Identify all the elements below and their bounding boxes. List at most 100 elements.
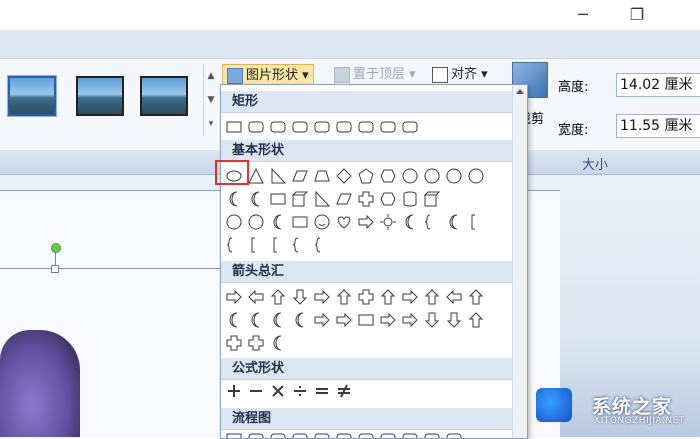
shape-arrowR-icon[interactable] bbox=[313, 311, 331, 329]
shape-round-icon[interactable] bbox=[313, 430, 331, 438]
shape-sun-icon[interactable] bbox=[379, 213, 397, 231]
shape-arrowR-icon[interactable] bbox=[401, 288, 419, 306]
rotation-handle[interactable] bbox=[51, 243, 61, 253]
shape-rect-icon[interactable] bbox=[225, 118, 243, 136]
shape-arrowL-icon[interactable] bbox=[247, 288, 265, 306]
shape-hex-icon[interactable] bbox=[379, 167, 397, 185]
shape-round-icon[interactable] bbox=[379, 430, 397, 438]
shape-arrowR-icon[interactable] bbox=[313, 288, 331, 306]
scroll-up-icon[interactable] bbox=[516, 89, 524, 94]
shape-arrowD-icon[interactable] bbox=[445, 311, 463, 329]
shape-cross-icon[interactable] bbox=[357, 288, 375, 306]
shape-round-icon[interactable] bbox=[401, 430, 419, 438]
shape-circ-icon[interactable] bbox=[467, 167, 485, 185]
align-button[interactable]: 对齐 ▾ bbox=[432, 64, 488, 86]
shape-arrowU-icon[interactable] bbox=[269, 288, 287, 306]
shape-arrowR-icon[interactable] bbox=[379, 311, 397, 329]
shape-arrowR-icon[interactable] bbox=[225, 288, 243, 306]
shape-round-icon[interactable] bbox=[445, 430, 463, 438]
shape-round-icon[interactable] bbox=[269, 118, 287, 136]
shape-moon-icon[interactable] bbox=[445, 213, 463, 231]
shape-round-icon[interactable] bbox=[379, 118, 397, 136]
shape-bracket-icon[interactable] bbox=[467, 213, 485, 231]
shape-pent-icon[interactable] bbox=[357, 167, 375, 185]
slide-picture[interactable] bbox=[0, 330, 80, 437]
menu-scrollbar[interactable] bbox=[512, 85, 527, 438]
picture-style-1[interactable] bbox=[7, 75, 57, 117]
shape-moon-icon[interactable] bbox=[269, 311, 287, 329]
shape-para-icon[interactable] bbox=[335, 190, 353, 208]
shape-rect-icon[interactable] bbox=[225, 430, 243, 438]
shape-moon-icon[interactable] bbox=[247, 311, 265, 329]
shape-round-icon[interactable] bbox=[247, 118, 265, 136]
shape-brace-icon[interactable] bbox=[423, 213, 441, 231]
shape-moon-icon[interactable] bbox=[269, 334, 287, 352]
shape-round-icon[interactable] bbox=[291, 430, 309, 438]
shape-cube-icon[interactable] bbox=[291, 190, 309, 208]
shape-rect-icon[interactable] bbox=[357, 311, 375, 329]
shape-round-icon[interactable] bbox=[269, 430, 287, 438]
shape-cross-icon[interactable] bbox=[357, 190, 375, 208]
shape-brace-icon[interactable] bbox=[291, 236, 309, 254]
shape-arrowU-icon[interactable] bbox=[379, 288, 397, 306]
shape-circ-icon[interactable] bbox=[247, 213, 265, 231]
shape-round-icon[interactable] bbox=[357, 118, 375, 136]
shape-round-icon[interactable] bbox=[335, 430, 353, 438]
shape-round-icon[interactable] bbox=[291, 118, 309, 136]
shape-rect-icon[interactable] bbox=[269, 190, 287, 208]
shape-tri-icon[interactable] bbox=[247, 167, 265, 185]
shape-moon-icon[interactable] bbox=[401, 213, 419, 231]
shape-plus-icon[interactable] bbox=[225, 382, 243, 400]
restore-icon[interactable]: ❐ bbox=[614, 4, 660, 26]
shape-round-icon[interactable] bbox=[313, 118, 331, 136]
shape-cross-icon[interactable] bbox=[225, 334, 243, 352]
picture-style-3[interactable] bbox=[140, 76, 188, 116]
picture-style-2[interactable] bbox=[76, 76, 124, 116]
shape-para-icon[interactable] bbox=[291, 167, 309, 185]
shape-arrowU-icon[interactable] bbox=[467, 311, 485, 329]
shape-brace-icon[interactable] bbox=[313, 236, 331, 254]
shape-round-icon[interactable] bbox=[335, 118, 353, 136]
shape-moon-icon[interactable] bbox=[225, 190, 243, 208]
shape-round-icon[interactable] bbox=[357, 430, 375, 438]
shape-arrowU-icon[interactable] bbox=[467, 288, 485, 306]
shape-hex-icon[interactable] bbox=[379, 190, 397, 208]
shape-round-icon[interactable] bbox=[423, 430, 441, 438]
shape-circ-icon[interactable] bbox=[225, 213, 243, 231]
shape-arrowU-icon[interactable] bbox=[423, 288, 441, 306]
shape-heart-icon[interactable] bbox=[335, 213, 353, 231]
scroll-down-icon[interactable]: ▼ bbox=[204, 88, 218, 112]
shape-arrowD-icon[interactable] bbox=[291, 288, 309, 306]
shape-circ-icon[interactable] bbox=[445, 167, 463, 185]
shape-round-icon[interactable] bbox=[247, 430, 265, 438]
shape-moon-icon[interactable] bbox=[291, 311, 309, 329]
width-field[interactable]: 11.55 厘米 bbox=[616, 114, 700, 138]
shape-bracket-icon[interactable] bbox=[269, 236, 287, 254]
shape-circ-icon[interactable] bbox=[401, 167, 419, 185]
shape-diamond-icon[interactable] bbox=[335, 167, 353, 185]
shape-arrowR-icon[interactable] bbox=[357, 213, 375, 231]
bring-forward-button[interactable]: 置于顶层 ▾ bbox=[334, 64, 416, 86]
shape-arrowU-icon[interactable] bbox=[335, 288, 353, 306]
shape-round-icon[interactable] bbox=[401, 118, 419, 136]
shape-neq-icon[interactable] bbox=[335, 382, 353, 400]
shape-smile-icon[interactable] bbox=[313, 213, 331, 231]
shape-arrowD-icon[interactable] bbox=[423, 311, 441, 329]
shape-minus-icon[interactable] bbox=[247, 382, 265, 400]
shape-moon-icon[interactable] bbox=[247, 190, 265, 208]
shape-rtri-icon[interactable] bbox=[313, 190, 331, 208]
height-field[interactable]: 14.02 厘米 bbox=[616, 73, 700, 97]
shape-rect-icon[interactable] bbox=[291, 213, 309, 231]
shape-rtri-icon[interactable] bbox=[269, 167, 287, 185]
resize-handle[interactable] bbox=[51, 265, 59, 273]
gallery-scroll[interactable]: ▲ ▼ ▾ bbox=[203, 64, 218, 136]
minimize-icon[interactable]: ─ bbox=[560, 4, 606, 26]
shape-arrowL-icon[interactable] bbox=[445, 288, 463, 306]
shape-trap-icon[interactable] bbox=[313, 167, 331, 185]
shape-brace-icon[interactable] bbox=[225, 236, 243, 254]
shape-bracket-icon[interactable] bbox=[247, 236, 265, 254]
scroll-up-icon[interactable]: ▲ bbox=[204, 64, 218, 88]
shape-arrowR-icon[interactable] bbox=[401, 311, 419, 329]
shape-eq-icon[interactable] bbox=[313, 382, 331, 400]
shape-div-icon[interactable] bbox=[291, 382, 309, 400]
